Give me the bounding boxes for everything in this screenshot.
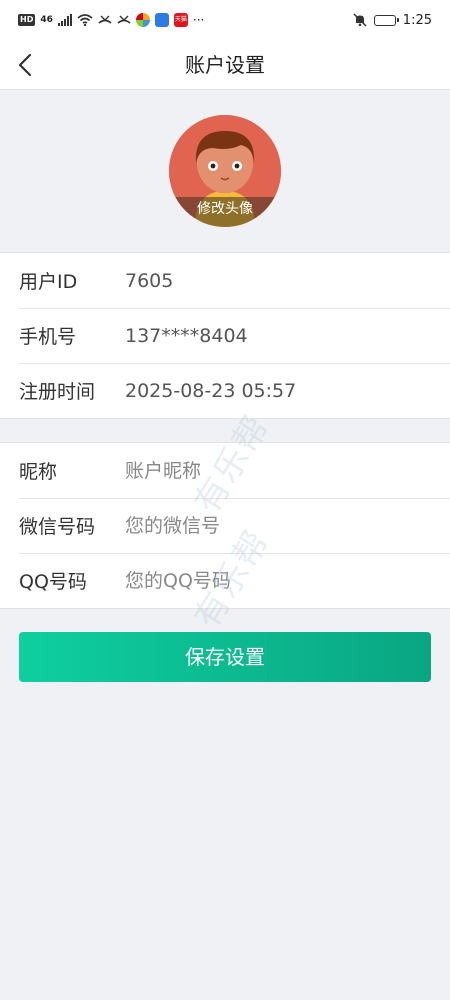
form-row-qq: QQ号码 bbox=[0, 553, 450, 608]
wechat-input[interactable] bbox=[125, 514, 425, 537]
register-time-label: 注册时间 bbox=[19, 381, 96, 403]
tmall-icon: 天猫 bbox=[173, 13, 188, 27]
signal-icon bbox=[57, 14, 72, 26]
wifi-icon bbox=[77, 14, 93, 26]
save-settings-button[interactable]: 保存设置 bbox=[19, 632, 431, 682]
avatar-section: 修改头像 bbox=[0, 90, 450, 252]
status-time: 1:25 bbox=[402, 12, 432, 28]
info-row-user-id: 用户ID 7605 bbox=[0, 253, 450, 308]
phone-label: 手机号 bbox=[19, 326, 77, 348]
form-row-nickname: 昵称 bbox=[0, 443, 450, 498]
nickname-input[interactable] bbox=[125, 459, 425, 482]
user-id-label: 用户ID bbox=[19, 271, 78, 293]
status-left: HD 46 天猫 ··· bbox=[18, 13, 204, 27]
network-type: 46 bbox=[40, 14, 53, 25]
account-info-group: 用户ID 7605 手机号 137****8404 注册时间 2025-08-2… bbox=[0, 252, 450, 419]
profile-form-group: 昵称 微信号码 QQ号码 bbox=[0, 442, 450, 609]
status-bar: HD 46 天猫 ··· 1:25 bbox=[0, 0, 450, 40]
status-right: 1:25 bbox=[353, 13, 432, 28]
header: 账户设置 bbox=[0, 40, 450, 90]
app-icon bbox=[135, 13, 150, 27]
chevron-left-icon bbox=[18, 53, 32, 77]
qq-input[interactable] bbox=[125, 569, 425, 592]
form-row-wechat: 微信号码 bbox=[0, 498, 450, 553]
info-row-phone: 手机号 137****8404 bbox=[0, 308, 450, 363]
missed-call-icon bbox=[117, 15, 131, 24]
page-title: 账户设置 bbox=[185, 53, 265, 77]
qq-label: QQ号码 bbox=[19, 571, 87, 593]
phone-value: 137****8404 bbox=[125, 324, 248, 347]
wechat-label: 微信号码 bbox=[19, 516, 96, 538]
hd-icon: HD bbox=[18, 14, 36, 26]
more-dots: ··· bbox=[192, 13, 205, 27]
back-button[interactable] bbox=[12, 50, 42, 80]
battery-icon bbox=[373, 14, 399, 26]
avatar[interactable]: 修改头像 bbox=[169, 115, 281, 227]
register-time-value: 2025-08-23 05:57 bbox=[125, 379, 297, 402]
user-id-value: 7605 bbox=[125, 269, 174, 292]
change-avatar-label: 修改头像 bbox=[169, 197, 281, 227]
mute-bell-icon bbox=[353, 13, 367, 27]
nickname-label: 昵称 bbox=[19, 461, 58, 483]
missed-call-icon bbox=[98, 15, 112, 24]
info-row-register-time: 注册时间 2025-08-23 05:57 bbox=[0, 363, 450, 418]
app-icon bbox=[154, 13, 169, 27]
